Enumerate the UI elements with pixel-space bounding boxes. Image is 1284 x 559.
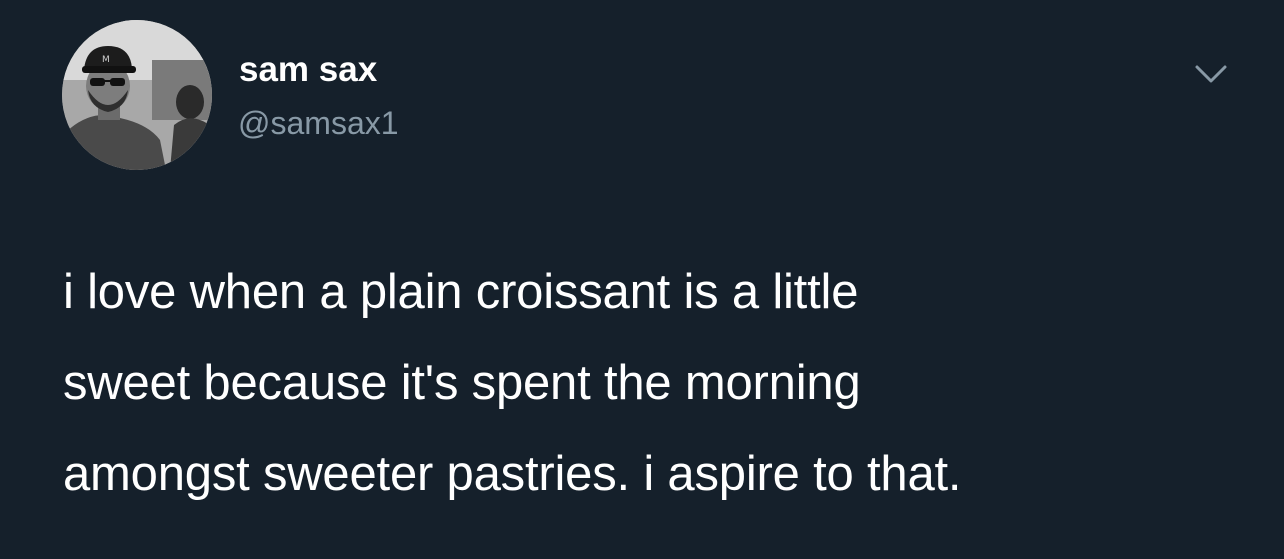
tweet-text: i love when a plain croissant is a littl…: [63, 247, 1243, 520]
author-handle[interactable]: @samsax1: [238, 103, 399, 143]
tweet-text-line: i love when a plain croissant is a littl…: [63, 265, 859, 319]
author-display-name[interactable]: sam sax: [239, 50, 377, 90]
tweet-text-line: sweet because it's spent the morning: [63, 356, 861, 410]
tweet-text-line: amongst sweeter pastries. i aspire to th…: [63, 447, 962, 501]
tweet-card: M sam sax @samsax1 i love when a plain c…: [0, 0, 1284, 559]
chevron-down-icon[interactable]: [1191, 58, 1231, 92]
avatar-photo: M: [62, 20, 212, 170]
avatar[interactable]: M: [62, 20, 212, 170]
svg-text:M: M: [102, 55, 110, 65]
